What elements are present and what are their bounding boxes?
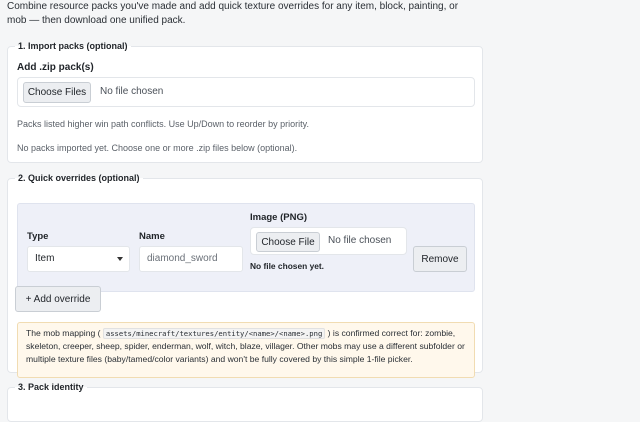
type-label: Type [27, 231, 49, 242]
quick-overrides-section: 2. Quick overrides (optional) Type Item … [7, 173, 483, 378]
chevron-down-icon [117, 257, 123, 261]
note-text-before: The mob mapping ( [26, 328, 103, 338]
choose-file-button[interactable]: Choose File [256, 232, 320, 252]
remove-override-button[interactable]: Remove [413, 246, 467, 272]
pack-identity-legend: 3. Pack identity [18, 382, 84, 392]
mob-mapping-note: The mob mapping ( assets/minecraft/textu… [17, 322, 475, 378]
intro-text: Combine resource packs you've made and a… [7, 1, 459, 26]
name-input[interactable]: diamond_sword [139, 246, 243, 272]
image-file-status: No file chosen [328, 235, 392, 246]
type-select[interactable]: Item [27, 246, 130, 272]
import-packs-section: 1. Import packs (optional) Add .zip pack… [7, 41, 483, 163]
zip-file-status: No file chosen [100, 86, 164, 97]
add-zip-label: Add .zip pack(s) [17, 62, 94, 73]
type-select-value: Item [35, 253, 55, 264]
add-override-button[interactable]: + Add override [15, 286, 101, 312]
no-packs-message: No packs imported yet. Choose one or mor… [17, 143, 298, 153]
image-file-input[interactable]: Choose File No file chosen [250, 227, 407, 255]
priority-hint: Packs listed higher win path conflicts. … [17, 119, 309, 129]
override-row: Type Item Name diamond_sword Image (PNG)… [17, 203, 475, 292]
mob-path-code: assets/minecraft/textures/entity/<name>/… [102, 328, 326, 339]
choose-files-button[interactable]: Choose Files [23, 82, 91, 103]
image-file-status-below: No file chosen yet. [250, 261, 324, 271]
import-packs-legend: 1. Import packs (optional) [18, 41, 128, 51]
pack-identity-section: 3. Pack identity [7, 382, 483, 422]
quick-overrides-legend: 2. Quick overrides (optional) [18, 173, 140, 183]
name-label: Name [139, 231, 165, 242]
zip-file-input[interactable]: Choose Files No file chosen [17, 77, 475, 107]
image-label: Image (PNG) [250, 212, 308, 223]
